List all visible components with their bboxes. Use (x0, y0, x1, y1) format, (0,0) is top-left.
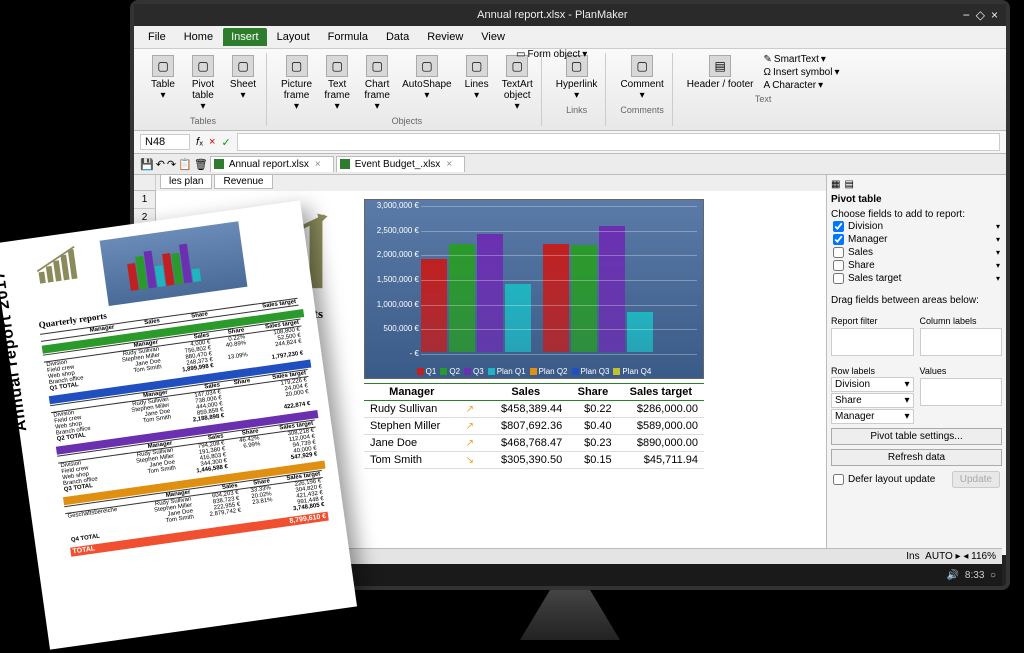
menu-layout[interactable]: Layout (269, 28, 318, 46)
ribbon: ▢Table▾▢Pivottable▾▢Sheet▾Tables ▢Pictur… (134, 49, 1006, 131)
defer-checkbox[interactable] (833, 474, 844, 485)
maximize-icon[interactable]: ◇ (976, 8, 985, 22)
row-label-item[interactable]: Share▾ (831, 393, 914, 408)
table-button[interactable]: ▢Table▾ (146, 53, 180, 103)
field-checkbox[interactable] (833, 247, 844, 258)
tray-icon[interactable]: ○ (990, 570, 996, 581)
qat-icon[interactable]: 📋 (178, 158, 192, 171)
insert-symbol-button[interactable]: Ω Insert symbol ▾ (762, 66, 842, 79)
lines-button[interactable]: ▢Lines▾ (460, 53, 494, 103)
window-title: Annual report.xlsx - PlanMaker (477, 9, 627, 21)
accept-icon[interactable]: ✓ (221, 136, 230, 149)
field-checkbox[interactable] (833, 221, 844, 232)
picture-button[interactable]: ▢Pictureframe▾ (279, 53, 314, 114)
worksheet-tabs: les planRevenue (156, 175, 826, 191)
text-button[interactable]: ▢Textframe▾ (320, 53, 354, 114)
fx-icon[interactable]: 𝑓ₓ (196, 136, 203, 149)
menu-review[interactable]: Review (419, 28, 471, 46)
qat-icon[interactable]: 🗑 (194, 158, 208, 171)
menu-home[interactable]: Home (176, 28, 221, 46)
refresh-data-button[interactable]: Refresh data (831, 449, 1002, 466)
menu-data[interactable]: Data (378, 28, 417, 46)
row-label-item[interactable]: Division▾ (831, 377, 914, 392)
update-button[interactable]: Update (952, 471, 1000, 488)
smarttext-button[interactable]: ✎ SmartText ▾ (762, 53, 842, 66)
volume-icon[interactable]: 🔊 (947, 570, 959, 581)
close-icon[interactable]: × (991, 8, 998, 22)
side-icon[interactable]: ▤ (844, 179, 853, 190)
menu-formula[interactable]: Formula (320, 28, 376, 46)
menu-insert[interactable]: Insert (223, 28, 267, 46)
formula-input[interactable] (237, 133, 1000, 151)
qat-icon[interactable]: ↷ (167, 158, 176, 171)
doc-tab[interactable]: Annual report.xlsx× (210, 156, 334, 172)
qat-icon[interactable]: ↶ (156, 158, 165, 171)
sheet-tab[interactable]: les plan (160, 175, 212, 189)
formula-bar: 𝑓ₓ × ✓ (134, 131, 1006, 154)
titlebar: Annual report.xlsx - PlanMaker − ◇ × (134, 4, 1006, 26)
comment-button[interactable]: ▢Comment▾ (618, 53, 665, 103)
pivot-settings-button[interactable]: Pivot table settings... (831, 428, 1002, 445)
data-table: ManagerSalesShareSales targetRudy Sulliv… (364, 383, 704, 469)
minimize-icon[interactable]: − (963, 8, 970, 22)
row-label-item[interactable]: Manager▾ (831, 409, 914, 424)
autoshape-button[interactable]: ▢AutoShape▾ (400, 53, 454, 103)
chart[interactable]: Q1Q2Q3Plan Q1Plan Q2Plan Q3Plan Q4 - €50… (364, 199, 704, 379)
field-checkbox[interactable] (833, 273, 844, 284)
qat-icon[interactable]: 💾 (140, 158, 154, 171)
character-button[interactable]: A Character ▾ (762, 79, 842, 92)
col-header[interactable] (134, 175, 156, 190)
sheet-tab[interactable]: Revenue (214, 175, 272, 189)
textart-button[interactable]: ▢TextArtobject▾ (500, 53, 535, 114)
name-box[interactable] (140, 134, 190, 150)
side-icon[interactable]: ▦ (831, 179, 840, 190)
pivot-sidepanel: ▦▤ Pivot table Choose fields to add to r… (826, 175, 1006, 555)
field-checkbox[interactable] (833, 260, 844, 271)
doc-tabs: 💾↶↷📋🗑Annual report.xlsx×Event Budget_.xl… (134, 154, 1006, 175)
header-footer-button[interactable]: ▤Header / footer (685, 53, 756, 92)
field-checkbox[interactable] (833, 234, 844, 245)
pivot-button[interactable]: ▢Pivottable▾ (186, 53, 220, 114)
menubar: FileHomeInsertLayoutFormulaDataReviewVie… (134, 26, 1006, 49)
row-header[interactable]: 1 (134, 191, 156, 209)
menu-view[interactable]: View (473, 28, 513, 46)
sheet-button[interactable]: ▢Sheet▾ (226, 53, 260, 103)
menu-file[interactable]: File (140, 28, 174, 46)
printed-report: Annual report 2017 Quarterly reports Man… (0, 200, 357, 649)
doc-tab[interactable]: Event Budget_.xlsx× (336, 156, 465, 172)
cancel-icon[interactable]: × (209, 136, 215, 148)
form-object-dropdown[interactable]: ▭ Form object ▾ (514, 48, 589, 61)
chart-button[interactable]: ▢Chartframe▾ (360, 53, 394, 114)
